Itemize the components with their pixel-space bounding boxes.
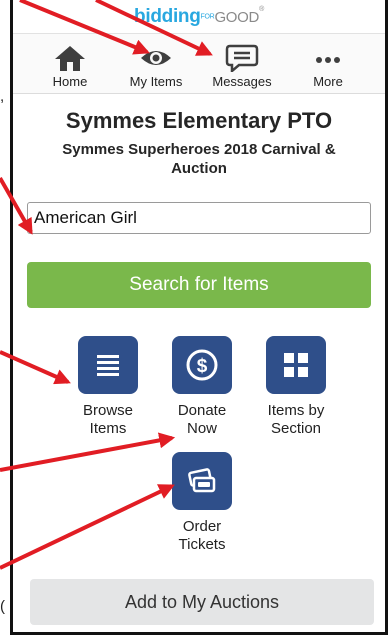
brand-logo: biddingFORGOOD® (134, 5, 264, 27)
tile-browse-items[interactable]: Browse Items (63, 336, 153, 438)
page-title: Symmes Elementary PTO (65, 108, 333, 133)
tile-items-by-section[interactable]: Items by Section (251, 336, 341, 438)
add-to-my-auctions-button[interactable]: Add to My Auctions (30, 579, 374, 625)
side-text-fragment: , (0, 88, 5, 105)
search-input[interactable] (27, 202, 371, 234)
tile-label: Browse Items (82, 402, 134, 437)
action-tiles: Browse Items $ Donate Now Items by Secti… (13, 336, 385, 576)
nav-item-my-items[interactable]: My Items (121, 44, 191, 89)
home-icon (55, 46, 85, 71)
svg-text:$: $ (197, 356, 208, 377)
dots-icon (316, 57, 340, 63)
search-button[interactable]: Search for Items (27, 262, 371, 308)
nav-item-more[interactable]: More (293, 44, 363, 89)
nav-label: More (313, 74, 343, 89)
tile-order-tickets[interactable]: Order Tickets (157, 452, 247, 554)
nav-item-home[interactable]: Home (35, 44, 105, 89)
chat-icon (225, 44, 259, 72)
bottom-nav: Home My Items Messages More (13, 34, 385, 94)
nav-label: Home (52, 74, 88, 89)
tickets-icon (188, 468, 216, 493)
dollar-coin-icon: $ (186, 349, 218, 381)
tile-label: Items by Section (267, 402, 325, 437)
tile-label: Order Tickets (178, 518, 226, 553)
side-text-fragment: ( (0, 598, 5, 615)
eye-icon (141, 51, 171, 65)
brand-bar: biddingFORGOOD® (13, 0, 385, 34)
nav-label: Messages (212, 74, 272, 89)
list-icon (97, 355, 119, 376)
page-subtitle: Symmes Superheroes 2018 Carnival & Aucti… (62, 141, 336, 177)
tile-donate-now[interactable]: $ Donate Now (157, 336, 247, 438)
tile-label: Donate Now (177, 402, 227, 437)
grid-icon (284, 353, 308, 377)
nav-item-messages[interactable]: Messages (207, 44, 277, 89)
nav-label: My Items (129, 74, 183, 89)
phone-screen: biddingFORGOOD® Home My Items Messages M… (10, 0, 388, 635)
